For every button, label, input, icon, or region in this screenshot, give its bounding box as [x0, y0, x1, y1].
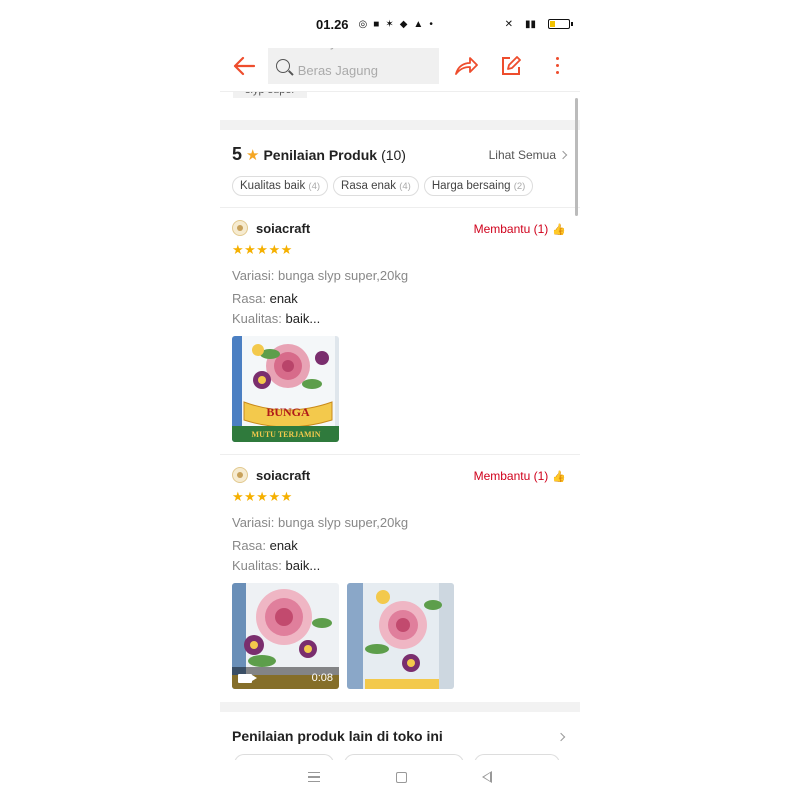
quality-value: baik... — [285, 311, 321, 326]
review-username: soiacraft — [256, 467, 311, 483]
quality-key: Kualitas: — [232, 558, 282, 573]
other-product-reviews[interactable]: Penilaian produk lain di toko ini — [220, 712, 580, 760]
review-taste: Rasa: enak — [232, 291, 298, 306]
video-overlay: 0:08 — [232, 667, 339, 689]
chip-label: Harga bersaing — [431, 180, 511, 192]
top-app-bar: Mie Ayam Mentah Beras Jagung — [220, 40, 580, 92]
recent-apps-button[interactable] — [308, 771, 320, 783]
status-time: 01.26 — [316, 16, 349, 32]
share-icon — [454, 56, 478, 75]
more-icon — [555, 57, 559, 74]
taste-key: Rasa: — [232, 538, 266, 553]
review-photo[interactable]: BUNGA MUTU TERJAMIN — [232, 336, 339, 442]
system-nav-bar — [300, 765, 500, 789]
chevron-right-icon — [556, 732, 566, 742]
chip-label: Rasa enak — [341, 180, 397, 192]
section-divider — [220, 120, 580, 130]
home-button[interactable] — [395, 771, 407, 783]
search-input[interactable]: Mie Ayam Mentah Beras Jagung — [267, 47, 439, 84]
variation-key: Variasi: — [232, 268, 275, 283]
edit-button[interactable] — [489, 40, 535, 92]
signal-icon: ▮▮ — [524, 18, 536, 30]
status-bar: 01.26 ◎ ■ ✶ ◆ ▲ • ✕ ▮▮ — [300, 12, 573, 36]
other-reviews-title: Penilaian produk lain di toko ini — [232, 728, 443, 744]
ratings-header: 5 ★ Penilaian Produk (10) Lihat Semua Ku… — [220, 130, 580, 208]
app-screen: slyp super Mie Ayam Mentah Beras Jagung … — [220, 40, 580, 760]
more-notifications-icon: • — [429, 18, 433, 30]
review-stars: ★★★★★ — [232, 489, 293, 504]
review-item: soiacraft Membantu (1) 👍 ★★★★★ Variasi: … — [220, 208, 580, 455]
back-button[interactable] — [220, 40, 268, 92]
variation-key: Variasi: — [232, 515, 275, 530]
review-variation: Variasi: bunga slyp super,20kg — [232, 268, 408, 283]
app-icon-2: ◆ — [399, 18, 408, 30]
see-all-label: Lihat Semua — [488, 148, 556, 162]
helpful-label: Membantu (1) — [473, 469, 549, 483]
review-taste: Rasa: enak — [232, 538, 298, 553]
taste-value: enak — [269, 538, 298, 553]
chip-label: Kualitas baik — [240, 180, 306, 192]
search-placeholder-line-2: Beras Jagung — [297, 62, 378, 78]
peek-card — [234, 754, 334, 760]
ratings-title: Penilaian Produk — [263, 146, 378, 163]
whatsapp-icon: ◎ — [358, 18, 368, 30]
avatar[interactable] — [232, 467, 248, 483]
thumbs-up-icon: 👍 — [552, 470, 566, 483]
scrollbar[interactable] — [575, 98, 578, 216]
chip-count: (4) — [308, 181, 321, 192]
chip-taste[interactable]: Rasa enak (4) — [333, 176, 419, 196]
section-divider — [220, 702, 580, 712]
taste-key: Rasa: — [232, 291, 266, 306]
quality-key: Kualitas: — [232, 311, 282, 326]
taste-value: enak — [269, 291, 298, 306]
see-all-link[interactable]: Lihat Semua — [488, 148, 568, 162]
back-nav-button[interactable] — [482, 771, 492, 783]
review-quality: Kualitas: baik... — [232, 311, 320, 326]
quality-value: baik... — [285, 558, 321, 573]
search-icon — [275, 58, 290, 73]
review-photo[interactable] — [347, 583, 454, 689]
rating-filter-chips: Kualitas baik (4) Rasa enak (4) Harga be… — [232, 176, 534, 196]
share-button[interactable] — [443, 40, 489, 92]
variation-value: bunga slyp super,20kg — [278, 515, 409, 530]
app-icon: ✶ — [385, 18, 394, 30]
more-button[interactable] — [534, 40, 580, 92]
search-placeholder-line-1: Mie Ayam Mentah — [298, 48, 402, 57]
ratings-count: (10) — [381, 146, 406, 163]
chevron-right-icon — [558, 150, 568, 160]
review-username: soiacraft — [256, 220, 311, 236]
helpful-label: Membantu (1) — [473, 222, 549, 236]
review-variation: Variasi: bunga slyp super,20kg — [232, 515, 408, 530]
chip-count: (4) — [399, 181, 411, 192]
avatar[interactable] — [232, 220, 248, 236]
review-video[interactable]: 0:08 — [232, 583, 339, 689]
review-item: soiacraft Membantu (1) 👍 ★★★★★ Variasi: … — [220, 455, 580, 702]
review-quality: Kualitas: baik... — [232, 558, 320, 573]
review-stars: ★★★★★ — [232, 242, 293, 257]
thumbs-up-icon: 👍 — [552, 223, 566, 236]
edit-icon — [502, 55, 522, 75]
chip-price[interactable]: Harga bersaing (2) — [423, 176, 534, 196]
helpful-button[interactable]: Membantu (1) 👍 — [474, 222, 566, 236]
peek-card — [474, 754, 560, 760]
photo-brand-text: BUNGA — [266, 405, 310, 419]
peek-card — [344, 754, 464, 760]
notification-icon: ■ — [373, 18, 380, 30]
helpful-button[interactable]: Membantu (1) 👍 — [474, 469, 566, 483]
back-arrow-icon — [233, 56, 255, 75]
chip-count: (2) — [513, 181, 526, 192]
mute-icon: ✕ — [504, 18, 513, 30]
battery-icon — [548, 19, 573, 29]
photo-slogan-text: MUTU TERJAMIN — [252, 430, 321, 439]
app-icon-3: ▲ — [413, 18, 424, 30]
variation-value: bunga slyp super,20kg — [278, 268, 409, 283]
video-camera-icon — [238, 673, 257, 683]
star-icon: ★ — [246, 146, 260, 164]
rating-score: 5 — [232, 144, 243, 164]
chip-quality[interactable]: Kualitas baik (4) — [232, 176, 329, 196]
video-duration: 0:08 — [311, 672, 333, 684]
